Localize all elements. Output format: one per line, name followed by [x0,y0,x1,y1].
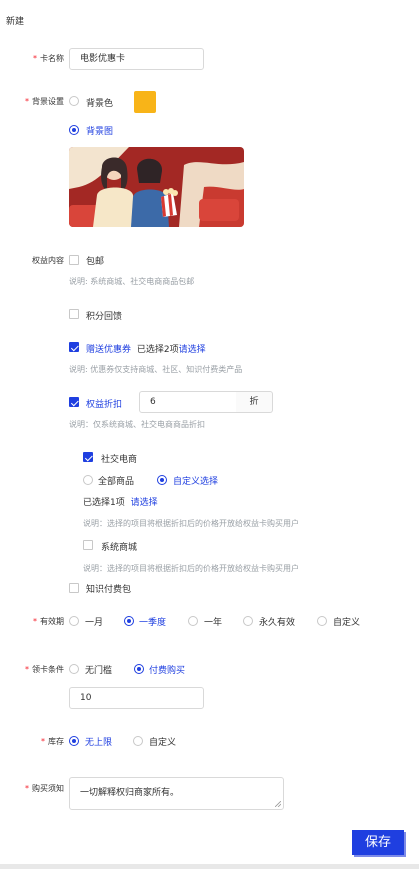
discount-hint: 说明：仅系统商城、社交电商商品折扣 [69,420,205,429]
discount-input[interactable]: 6 [139,391,237,413]
validity-label-text: 有效期 [40,617,64,626]
claim-free-radio[interactable] [69,664,79,674]
claim-label-text: 领卡条件 [32,665,64,674]
background-color-radio[interactable] [69,96,79,106]
card-name-label-text: 卡名称 [40,54,64,63]
notice-text: 一切解释权归商家所有。 [80,788,180,798]
validity-radio-5[interactable] [317,616,327,626]
system-mall-label[interactable]: 系统商城 [101,540,137,553]
background-label: * 背景设置 [25,97,64,106]
price-input[interactable]: 10 [69,687,204,709]
notice-label-text: 购买须知 [32,784,64,793]
coupon-label[interactable]: 赠送优惠券 [86,345,131,355]
validity-option-4[interactable]: 永久有效 [259,615,295,628]
discount-checkbox[interactable] [69,397,79,407]
social-select-link[interactable]: 请选择 [131,498,158,508]
validity-radio-1[interactable] [69,616,79,626]
claim-label: * 领卡条件 [25,665,64,674]
validity-radio-3[interactable] [188,616,198,626]
points-checkbox[interactable] [69,309,79,319]
custom-select-radio[interactable] [157,475,167,485]
coupon-row: 赠送优惠券 已选择2项请选择 [86,342,206,355]
free-shipping-checkbox[interactable] [69,255,79,265]
claim-paid-radio[interactable] [134,664,144,674]
card-name-label: * 卡名称 [33,54,64,63]
bottom-scrollbar[interactable] [0,864,419,869]
social-commerce-checkbox[interactable] [83,452,93,462]
benefits-label: 权益内容 [32,256,64,265]
notice-textarea[interactable]: 一切解释权归商家所有。 [69,777,284,810]
background-color-swatch[interactable] [134,91,156,113]
custom-select-option[interactable]: 自定义选择 [173,474,218,487]
social-selected-row: 已选择1项 请选择 [83,495,158,508]
system-mall-hint: 说明：选择的项目将根据折扣后的价格开放给权益卡购买用户 [83,564,299,573]
background-image-option[interactable]: 背景图 [86,124,113,137]
background-image-radio[interactable] [69,125,79,135]
movie-couple-illustration [69,147,244,227]
background-label-text: 背景设置 [32,97,64,106]
all-products-radio[interactable] [83,475,93,485]
all-products-option[interactable]: 全部商品 [98,474,134,487]
background-color-option[interactable]: 背景色 [86,96,113,109]
validity-option-1[interactable]: 一月 [85,615,103,628]
stock-label: * 库存 [41,737,64,746]
validity-option-2[interactable]: 一季度 [139,615,166,628]
claim-paid-option[interactable]: 付费购买 [149,663,185,676]
validity-option-5[interactable]: 自定义 [333,615,360,628]
stock-label-text: 库存 [48,737,64,746]
points-label[interactable]: 积分回馈 [86,309,122,322]
social-hint: 说明：选择的项目将根据折扣后的价格开放给权益卡购买用户 [83,519,299,528]
coupon-hint: 说明: 优惠券仅支持商城、社区、知识付费类产品 [69,365,243,374]
validity-radio-4[interactable] [243,616,253,626]
resize-handle-icon[interactable] [275,801,281,807]
social-commerce-label[interactable]: 社交电商 [101,452,137,465]
system-mall-checkbox[interactable] [83,540,93,550]
background-poster-image[interactable] [69,147,244,227]
knowledge-checkbox[interactable] [69,583,79,593]
discount-suffix: 折 [236,391,273,413]
coupon-selected-count: 已选择2项 [136,345,179,355]
card-name-input[interactable]: 电影优惠卡 [69,48,204,70]
stock-unlimited-option[interactable]: 无上限 [85,735,112,748]
stock-custom-radio[interactable] [133,736,143,746]
notice-label: * 购买须知 [25,784,64,793]
free-shipping-label[interactable]: 包邮 [86,254,104,267]
discount-label[interactable]: 权益折扣 [86,397,122,410]
knowledge-label[interactable]: 知识付费包 [86,582,131,595]
validity-radio-2[interactable] [124,616,134,626]
stock-custom-option[interactable]: 自定义 [149,735,176,748]
free-shipping-hint: 说明: 系统商城、社交电商商品包邮 [69,277,195,286]
coupon-checkbox[interactable] [69,342,79,352]
claim-free-option[interactable]: 无门槛 [85,663,112,676]
stock-unlimited-radio[interactable] [69,736,79,746]
coupon-select-link[interactable]: 请选择 [179,345,206,355]
validity-label: * 有效期 [33,617,64,626]
validity-option-3[interactable]: 一年 [204,615,222,628]
save-button[interactable]: 保存 [352,830,404,855]
page-title: 新建 [6,17,25,27]
social-selected-count: 已选择1项 [83,498,125,508]
